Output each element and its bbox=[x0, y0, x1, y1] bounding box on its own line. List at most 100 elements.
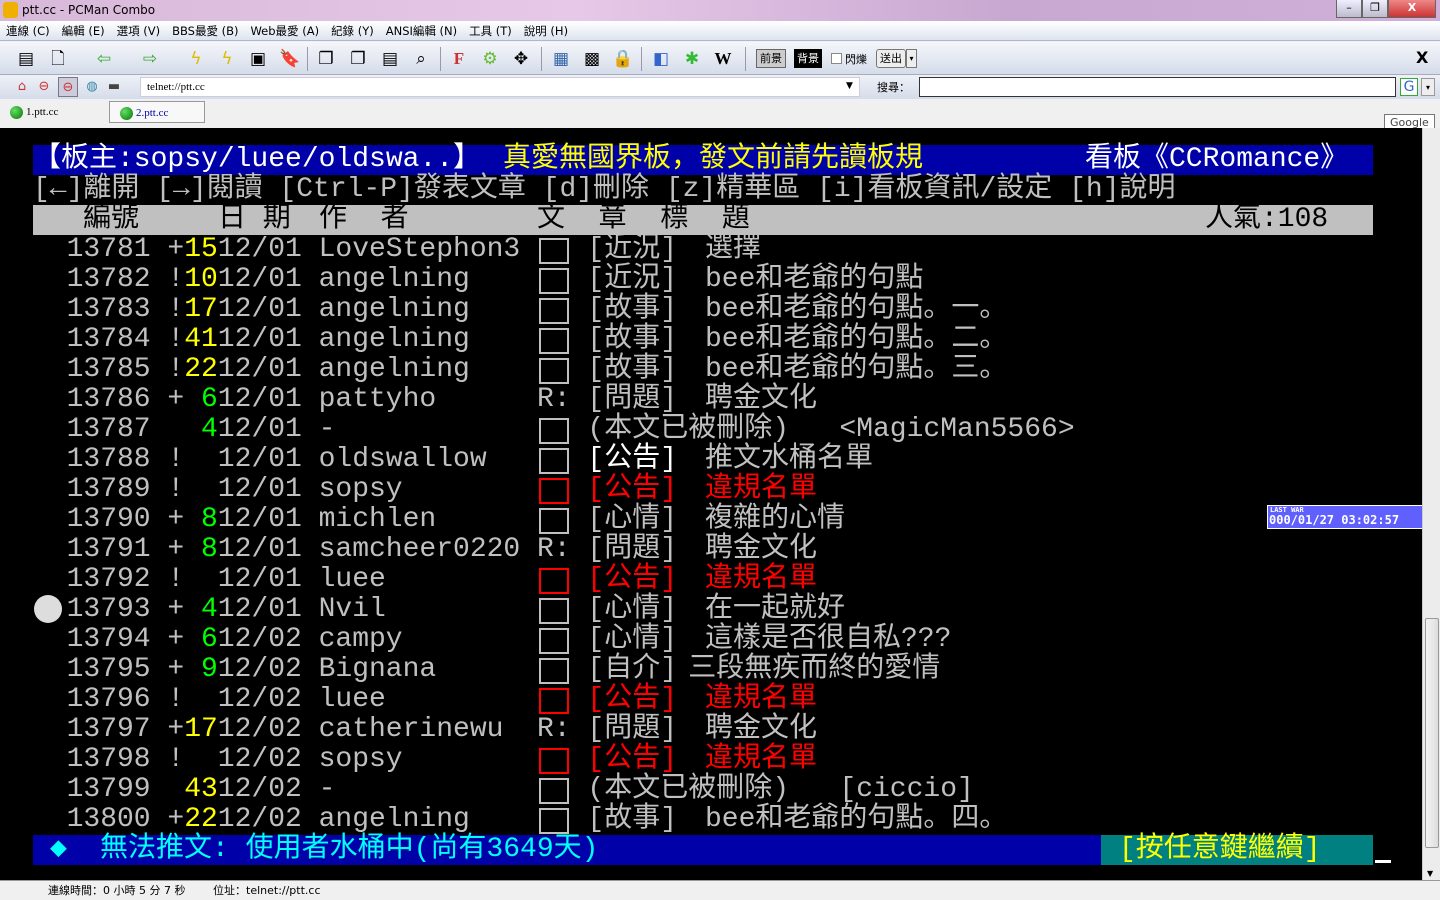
article-title: 聘金文化 bbox=[705, 384, 818, 415]
search-engine-dropdown-icon[interactable]: ▾ bbox=[1421, 78, 1435, 96]
title-bar: ptt.cc - PCMan Combo – ❐ X bbox=[0, 0, 1440, 21]
push-count: 17 bbox=[184, 714, 218, 745]
article-date: 12/02 bbox=[217, 774, 302, 805]
send-button[interactable]: 送出 bbox=[876, 49, 906, 68]
tab-2-ptt[interactable]: 2.ptt.cc bbox=[109, 101, 205, 123]
restore-button[interactable]: ❐ bbox=[1362, 0, 1388, 18]
press-any-key[interactable]: [按任意鍵繼續] bbox=[1119, 835, 1321, 865]
close-window-button[interactable]: X bbox=[1388, 0, 1436, 18]
popularity: 人氣:108 bbox=[1205, 204, 1329, 235]
bbs-terminal[interactable]: 【板主:sopsy/luee/oldswa..】 真愛無國界板，發文前請先讀板規… bbox=[0, 128, 1422, 880]
text-cursor bbox=[1375, 860, 1391, 863]
home-icon[interactable]: ⌂ bbox=[12, 77, 32, 97]
tab-bar: 1.ptt.cc 2.ptt.cc Google bbox=[0, 99, 1440, 131]
menu-item[interactable]: 說明 (H) bbox=[518, 21, 574, 41]
reconnect-icon[interactable]: ϟ bbox=[215, 47, 239, 71]
menu-item[interactable]: 連線 (C) bbox=[0, 21, 56, 41]
address-dropdown-icon[interactable]: ▼ bbox=[846, 81, 853, 91]
block-icon[interactable]: ⊖ bbox=[34, 77, 54, 97]
vertical-scrollbar[interactable]: ▼ bbox=[1422, 128, 1440, 880]
background-image-icon[interactable]: ▦ bbox=[549, 47, 573, 71]
article-mark: ! bbox=[167, 264, 185, 295]
close-toolbar-button[interactable]: X bbox=[1416, 48, 1428, 67]
menu-item[interactable]: 紀錄 (Y) bbox=[325, 21, 380, 41]
back-icon[interactable]: ⇦ bbox=[92, 47, 116, 71]
menu-item[interactable]: 選項 (V) bbox=[111, 21, 167, 41]
article-row[interactable]: 13795 + 9 12/02 Bignana [自介] 三段無疾而終的愛情 bbox=[33, 655, 1373, 685]
background-color-button[interactable]: 背景 bbox=[794, 49, 822, 68]
article-row[interactable]: 13782! 10 12/01 angelning [近況] bee和老爺的句點 bbox=[33, 265, 1373, 295]
copy-ansi-icon[interactable]: ❐ bbox=[346, 47, 370, 71]
push-count: 6 bbox=[184, 384, 218, 415]
article-date: 12/01 bbox=[217, 504, 302, 535]
article-row[interactable]: 13793 + 4 12/01 Nvil [心情] 在一起就好 bbox=[33, 595, 1373, 625]
forward-icon[interactable]: ⇨ bbox=[138, 47, 162, 71]
font-icon[interactable]: F bbox=[447, 47, 471, 71]
article-row[interactable]: 13797 +17 12/02 catherinewu R: [問題] 聘金文化 bbox=[33, 715, 1373, 745]
article-category: [近況] bbox=[587, 264, 677, 295]
add-favorite-icon[interactable]: 🔖 bbox=[278, 47, 302, 71]
menu-item[interactable]: 工具 (T) bbox=[463, 21, 518, 41]
globe-icon[interactable]: ◍ bbox=[82, 77, 102, 97]
article-mark: + bbox=[167, 654, 185, 685]
emoticon-icon[interactable]: ▩ bbox=[580, 47, 604, 71]
article-row[interactable]: 13783! 17 12/01 angelning [故事] bee和老爺的句點。一。 bbox=[33, 295, 1373, 325]
menu-item[interactable]: ANSI編輯 (N) bbox=[380, 21, 463, 41]
article-title: 推文水桶名單 bbox=[705, 444, 874, 475]
site-list-icon[interactable]: ▤ bbox=[14, 47, 38, 71]
wikipedia-icon[interactable]: W bbox=[711, 47, 735, 71]
article-title: 三段無疾而終的愛情 bbox=[688, 654, 941, 685]
article-author: LoveStephon3 bbox=[318, 234, 521, 265]
menu-item[interactable]: Web最愛 (A) bbox=[244, 21, 325, 41]
push-count: 8 bbox=[184, 504, 218, 535]
copy-icon[interactable]: ❐ bbox=[314, 47, 338, 71]
push-count: 41 bbox=[184, 324, 218, 355]
diamond-icon: ◆ bbox=[50, 834, 67, 865]
paste-icon[interactable]: ▤ bbox=[378, 47, 402, 71]
flower-icon[interactable]: ✱ bbox=[680, 47, 704, 71]
article-row[interactable]: 13784! 41 12/01 angelning [故事] bee和老爺的句點。二。 bbox=[33, 325, 1373, 355]
menu-item[interactable]: 編輯 (E) bbox=[56, 21, 111, 41]
lock-icon[interactable]: 🔒 bbox=[611, 47, 635, 71]
article-row[interactable]: 13791 + 8 12/01 samcheer0220 R: [問題] 聘金文化 bbox=[33, 535, 1373, 565]
pcman-icon[interactable]: ◧ bbox=[649, 47, 673, 71]
blink-checkbox[interactable] bbox=[831, 53, 842, 64]
article-row[interactable]: 13792! 12/01 luee [公告] 違規名單 bbox=[33, 565, 1373, 595]
settings-gear-icon[interactable]: ⚙ bbox=[478, 47, 502, 71]
article-row[interactable]: 13799 43 12/02- (本文已被刪除) [ciccio] bbox=[33, 775, 1373, 805]
address-input[interactable]: telnet://ptt.cc bbox=[140, 77, 860, 97]
new-connection-icon[interactable]: 🗋 bbox=[46, 47, 70, 71]
disconnect-icon[interactable]: ϟ bbox=[184, 47, 208, 71]
article-row[interactable]: 13796! 12/02 luee [公告] 違規名單 bbox=[33, 685, 1373, 715]
article-row[interactable]: 13787 4 12/01- (本文已被刪除) <MagicMan5566> bbox=[33, 415, 1373, 445]
article-row[interactable]: 13794 + 6 12/02 campy [心情] 這樣是否很自私??? bbox=[33, 625, 1373, 655]
menu-item[interactable]: BBS最愛 (B) bbox=[166, 21, 244, 41]
scrollbar-thumb[interactable] bbox=[1425, 618, 1439, 848]
block-active-icon[interactable]: ⊖ bbox=[58, 77, 78, 97]
article-row[interactable]: 13800 +22 12/02 angelning [故事] bee和老爺的句點。四。 bbox=[33, 805, 1373, 835]
article-number: 13788 bbox=[66, 444, 151, 475]
menu-bar: 連線 (C) 編輯 (E) 選項 (V) BBS最愛 (B) Web最愛 (A) 紀錄 (… bbox=[0, 21, 1440, 41]
article-number: 13796 bbox=[66, 684, 151, 715]
article-row[interactable]: 13798! 12/02 sopsy [公告] 違規名單 bbox=[33, 745, 1373, 775]
find-icon[interactable]: ⌕ bbox=[409, 47, 433, 71]
search-input[interactable] bbox=[919, 77, 1396, 97]
window-icon[interactable]: ▬ bbox=[104, 77, 124, 97]
article-row[interactable]: 13786 + 6 12/01 pattyho R: [問題] 聘金文化 bbox=[33, 385, 1373, 415]
tab-1-ptt[interactable]: 1.ptt.cc bbox=[0, 101, 74, 123]
article-row[interactable]: 13790 + 8 12/01 michlen [心情] 複雜的心情 bbox=[33, 505, 1373, 535]
minimize-button[interactable]: – bbox=[1336, 0, 1362, 18]
article-row[interactable]: 13785! 22 12/01 angelning [故事] bee和老爺的句點。三。 bbox=[33, 355, 1373, 385]
close-connection-icon[interactable]: ▣ bbox=[246, 47, 270, 71]
push-count: 43 bbox=[184, 774, 218, 805]
send-dropdown-icon[interactable]: ▾ bbox=[906, 49, 917, 68]
fullscreen-icon[interactable]: ✥ bbox=[509, 47, 533, 71]
article-row[interactable]: 13789! 12/01 sopsy [公告] 違規名單 bbox=[33, 475, 1373, 505]
article-title: 聘金文化 bbox=[705, 714, 818, 745]
article-row[interactable]: 13788! 12/01 oldswallow [公告] 推文水桶名單 bbox=[33, 445, 1373, 475]
google-search-button[interactable]: G bbox=[1400, 78, 1418, 96]
last-war-time: 000/01/27 03:02:57 bbox=[1269, 513, 1400, 527]
foreground-color-button[interactable]: 前景 bbox=[756, 49, 786, 68]
scroll-down-icon[interactable]: ▼ bbox=[1427, 869, 1433, 878]
article-row[interactable]: 13781 +15 12/01 LoveStephon3 [近況] 選擇 bbox=[33, 235, 1373, 265]
